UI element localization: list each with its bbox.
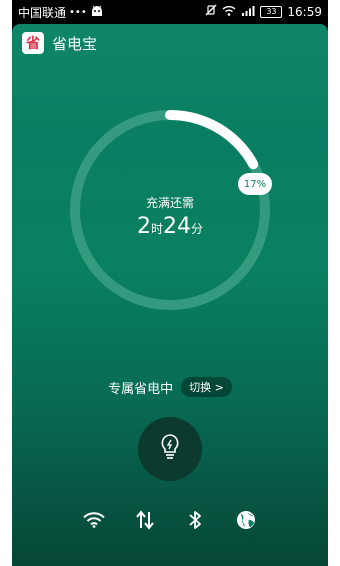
mode-label: 专属省电中	[108, 381, 174, 397]
switch-mode-button[interactable]: 切换 >	[181, 377, 232, 397]
wifi-status-icon	[222, 5, 236, 19]
bluetooth-icon	[188, 510, 202, 534]
notification-dots: •••	[69, 7, 87, 18]
battery-icon: 33	[260, 5, 283, 18]
hours-unit: 时	[150, 222, 163, 236]
quick-toggles	[82, 510, 258, 534]
minutes-unit: 分	[191, 222, 204, 236]
carrier-label: 中国联通	[18, 6, 67, 20]
data-toggle[interactable]	[133, 510, 157, 534]
clock: 16:59	[287, 4, 322, 19]
wifi-toggle[interactable]	[82, 510, 106, 534]
android-icon	[90, 5, 104, 20]
globe-icon	[236, 510, 256, 534]
bluetooth-toggle[interactable]	[183, 510, 207, 534]
battery-level: 33	[266, 6, 277, 16]
wifi-icon	[83, 512, 105, 532]
mode-row: 专属省电中 切换 >	[12, 377, 328, 397]
network-toggle[interactable]	[234, 510, 258, 534]
charge-heading: 充满还需	[145, 196, 194, 210]
minutes-value: 24	[163, 214, 191, 239]
phone-screen: 中国联通 ••• 33 16:59 省 省电宝 充满还需 2时24分 17% 专…	[12, 0, 328, 566]
lightbulb-icon	[158, 433, 182, 465]
mute-icon	[205, 4, 217, 19]
signal-icon	[241, 5, 255, 19]
percent-badge: 17%	[238, 173, 272, 195]
percent-label: 17%	[243, 178, 267, 190]
hours-value: 2	[136, 214, 151, 239]
app-screen: 省 省电宝 充满还需 2时24分 17% 专属省电中 切换 >	[12, 24, 328, 566]
charge-ring-progress	[165, 110, 259, 170]
data-transfer-icon	[135, 510, 154, 534]
time-remaining: 2时24分	[12, 214, 328, 239]
power-save-button[interactable]	[138, 417, 202, 481]
status-bar: 中国联通 ••• 33 16:59	[12, 0, 328, 24]
